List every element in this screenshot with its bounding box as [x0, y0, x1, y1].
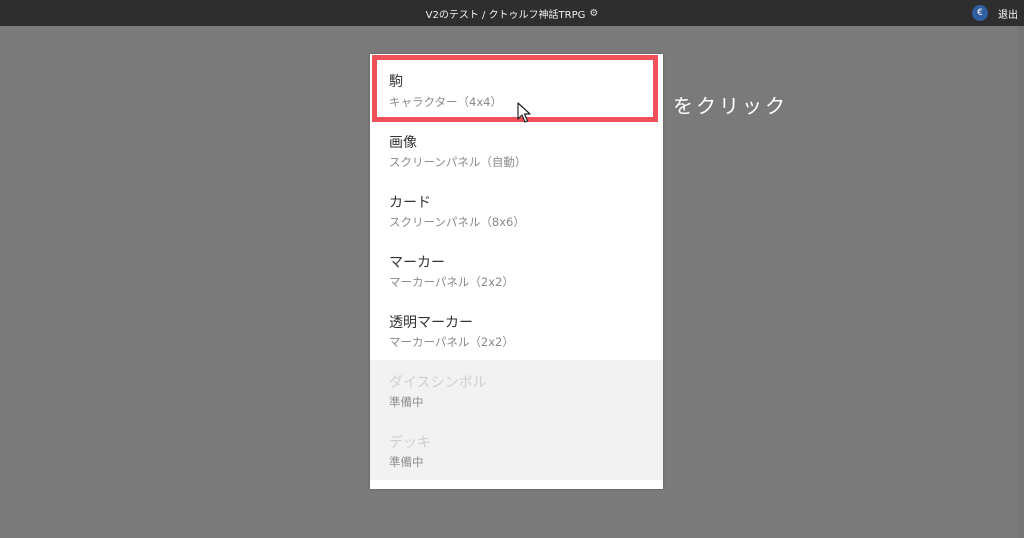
menu-item-label: デッキ — [389, 435, 431, 451]
menu-item-transparent-marker[interactable]: 透明マーカー マーカーパネル（2x2） — [370, 300, 663, 360]
menu-item-label: 画像 — [389, 135, 417, 151]
gear-icon[interactable]: ⚙ — [589, 8, 598, 19]
logout-button[interactable]: 退出 — [998, 6, 1018, 21]
topbar-right: € 退出 — [972, 0, 1018, 26]
menu-item-label: ダイスシンボル — [389, 375, 487, 391]
menu-item-label: カード — [389, 195, 431, 211]
menu-item-label: 駒 — [389, 74, 403, 90]
menu-item-subtitle: 準備中 — [389, 395, 424, 409]
click-annotation: をクリック — [673, 94, 788, 118]
menu-item-dice-symbol: ダイスシンボル 準備中 — [370, 360, 663, 420]
menu-item-marker[interactable]: マーカー マーカーパネル（2x2） — [370, 240, 663, 300]
room-title-text: V2のテスト / クトゥルフ神話TRPG — [425, 9, 586, 21]
menu-item-image[interactable]: 画像 スクリーンパネル（自動） — [370, 120, 663, 180]
menu-item-card[interactable]: カード スクリーンパネル（8x6） — [370, 180, 663, 240]
avatar[interactable]: € — [972, 5, 988, 21]
mouse-cursor-icon — [517, 102, 531, 123]
menu-item-subtitle: マーカーパネル（2x2） — [389, 275, 514, 289]
menu-item-subtitle: マーカーパネル（2x2） — [389, 335, 514, 349]
room-title[interactable]: V2のテスト / クトゥルフ神話TRPG ⚙ — [426, 6, 599, 21]
menu-item-subtitle: キャラクター（4x4） — [389, 95, 502, 109]
menu-item-subtitle: 準備中 — [389, 455, 424, 469]
scrollbar[interactable] — [1018, 26, 1024, 538]
menu-item-deck: デッキ 準備中 — [370, 420, 663, 480]
menu-item-label: マーカー — [389, 255, 445, 271]
menu-item-subtitle: スクリーンパネル（自動） — [389, 155, 527, 169]
top-bar: V2のテスト / クトゥルフ神話TRPG ⚙ € 退出 — [0, 0, 1024, 26]
menu-item-subtitle: スクリーンパネル（8x6） — [389, 215, 525, 229]
menu-item-label: 透明マーカー — [389, 315, 473, 331]
